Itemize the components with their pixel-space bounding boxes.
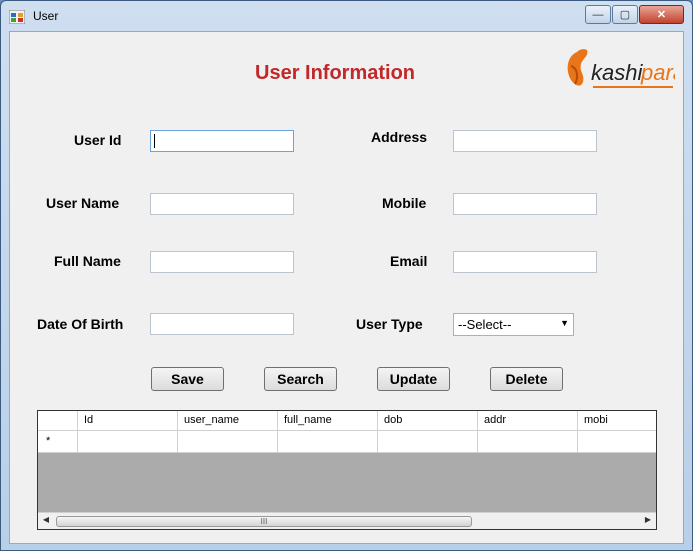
dropdown-arrow-icon: ▼ xyxy=(560,318,569,328)
full-name-label: Full Name xyxy=(54,253,121,269)
mobile-label: Mobile xyxy=(382,195,427,211)
table-cell[interactable] xyxy=(78,431,178,453)
update-button[interactable]: Update xyxy=(377,367,450,391)
user-type-label: User Type xyxy=(356,316,423,332)
column-header-id[interactable]: Id xyxy=(78,411,178,431)
column-header-addr[interactable]: addr xyxy=(478,411,578,431)
column-header-user-name[interactable]: user_name xyxy=(178,411,278,431)
svg-text:para: para xyxy=(640,60,675,85)
user-window: User — ▢ ✕ User Information kashi para U… xyxy=(0,0,693,551)
user-name-label: User Name xyxy=(46,195,120,211)
users-data-grid[interactable]: Id user_name full_name dob addr mobi * ◀… xyxy=(37,410,657,530)
user-id-field[interactable] xyxy=(150,130,294,152)
table-cell[interactable] xyxy=(578,431,656,453)
minimize-button[interactable]: — xyxy=(585,5,611,24)
column-header-dob[interactable]: dob xyxy=(378,411,478,431)
page-title: User Information xyxy=(255,62,416,84)
scrollbar-thumb[interactable]: III xyxy=(56,516,472,527)
grid-header-row: Id user_name full_name dob addr mobi xyxy=(38,411,656,431)
save-button[interactable]: Save xyxy=(151,367,224,391)
table-cell[interactable] xyxy=(478,431,578,453)
email-label: Email xyxy=(390,253,428,269)
window-title: User xyxy=(33,9,59,23)
app-icon xyxy=(9,10,25,24)
address-label: Address xyxy=(371,129,428,145)
dob-field[interactable] xyxy=(150,313,294,335)
horizontal-scrollbar[interactable]: ◀ III ▶ xyxy=(38,512,656,529)
kashipara-logo: kashi para xyxy=(567,49,675,88)
table-cell[interactable] xyxy=(278,431,378,453)
full-name-field[interactable] xyxy=(150,251,294,273)
delete-button[interactable]: Delete xyxy=(490,367,563,391)
table-cell[interactable] xyxy=(378,431,478,453)
column-header-full-name[interactable]: full_name xyxy=(278,411,378,431)
user-name-field[interactable] xyxy=(150,193,294,215)
close-button[interactable]: ✕ xyxy=(639,5,684,24)
table-row[interactable]: * xyxy=(38,431,656,453)
table-cell[interactable] xyxy=(178,431,278,453)
scroll-left-icon[interactable]: ◀ xyxy=(40,515,52,527)
form-client-area: User Information kashi para User Id User… xyxy=(9,31,684,544)
mobile-field[interactable] xyxy=(453,193,597,215)
user-type-selected-value: --Select-- xyxy=(458,317,512,332)
text-caret xyxy=(154,134,155,148)
dob-label: Date Of Birth xyxy=(37,316,124,332)
svg-text:kashi: kashi xyxy=(591,60,643,85)
search-button[interactable]: Search xyxy=(264,367,337,391)
maximize-button[interactable]: ▢ xyxy=(612,5,638,24)
grid-corner-cell[interactable] xyxy=(38,411,78,431)
email-field[interactable] xyxy=(453,251,597,273)
user-type-select[interactable]: --Select-- ▼ xyxy=(453,313,574,336)
column-header-mobi[interactable]: mobi xyxy=(578,411,656,431)
user-id-label: User Id xyxy=(74,132,122,148)
scroll-right-icon[interactable]: ▶ xyxy=(642,515,654,527)
title-bar[interactable]: User — ▢ ✕ xyxy=(1,1,692,31)
new-row-marker[interactable]: * xyxy=(38,431,78,453)
address-field[interactable] xyxy=(453,130,597,152)
